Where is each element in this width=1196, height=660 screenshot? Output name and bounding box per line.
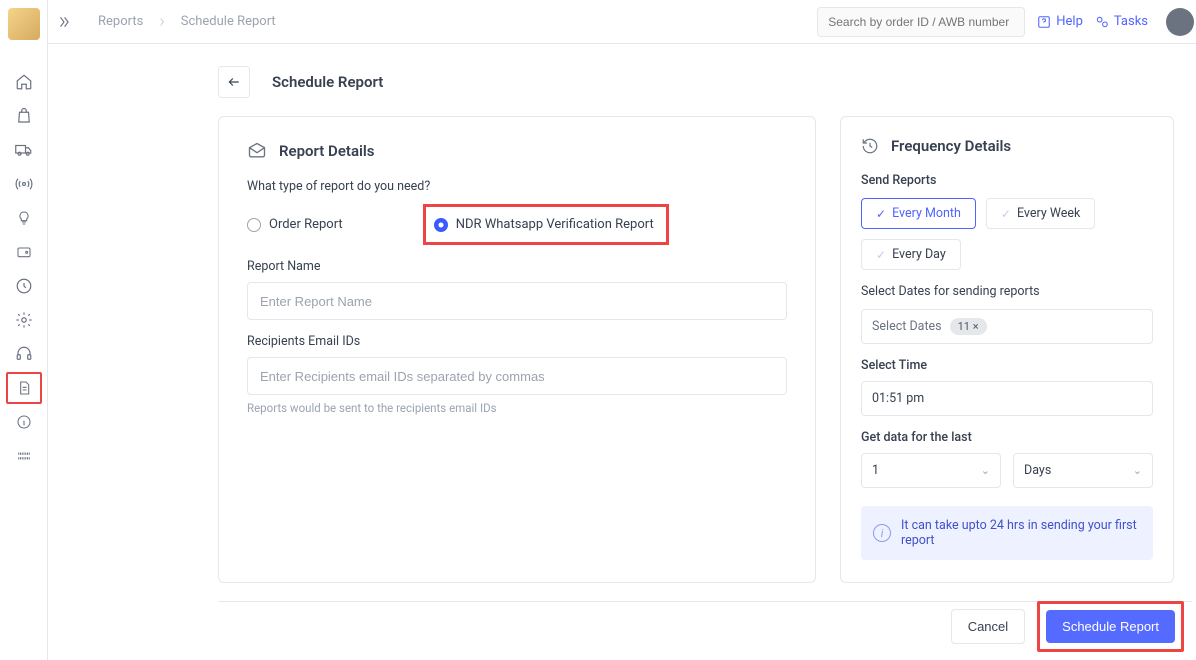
- sidebar-item-truck[interactable]: [6, 134, 42, 166]
- radio-order-report[interactable]: Order Report: [247, 217, 343, 232]
- topbar: Reports › Schedule Report Help Tasks: [0, 0, 1196, 44]
- check-icon: ✓: [876, 207, 886, 221]
- time-input[interactable]: 01:51 pm: [861, 381, 1153, 416]
- info-banner: i It can take upto 24 hrs in sending you…: [861, 506, 1153, 560]
- history-icon: [861, 137, 879, 155]
- radio-label: NDR Whatsapp Verification Report: [456, 217, 654, 232]
- select-dates-label: Select Dates for sending reports: [861, 284, 1153, 299]
- radio-icon-selected: [434, 218, 448, 232]
- radio-ndr-whatsapp[interactable]: NDR Whatsapp Verification Report: [434, 217, 654, 232]
- cancel-button[interactable]: Cancel: [951, 609, 1025, 644]
- breadcrumb-sep-icon: ›: [159, 11, 164, 32]
- avatar[interactable]: [1166, 8, 1194, 36]
- recipients-label: Recipients Email IDs: [247, 334, 787, 349]
- info-icon: i: [873, 524, 891, 542]
- freq-every-month[interactable]: ✓Every Month: [861, 198, 976, 229]
- sidebar-item-settings[interactable]: [6, 304, 42, 336]
- sidebar-item-support[interactable]: [6, 338, 42, 370]
- select-time-label: Select Time: [861, 358, 1153, 373]
- sidebar-item-reports[interactable]: [6, 372, 42, 404]
- recipients-hint: Reports would be sent to the recipients …: [247, 401, 787, 415]
- sidebar-item-home[interactable]: [6, 66, 42, 98]
- sidebar-item-barcode[interactable]: [6, 440, 42, 472]
- sidebar-item-bag[interactable]: [6, 100, 42, 132]
- tasks-text: Tasks: [1114, 14, 1148, 29]
- range-value-select[interactable]: 1⌄: [861, 453, 1001, 488]
- report-details-title: Report Details: [247, 141, 787, 161]
- expand-sidebar-button[interactable]: [48, 6, 80, 38]
- info-text: It can take upto 24 hrs in sending your …: [901, 518, 1141, 548]
- highlight-box: NDR Whatsapp Verification Report: [423, 204, 669, 245]
- breadcrumb: Reports › Schedule Report: [84, 2, 290, 41]
- radio-label: Order Report: [269, 217, 343, 232]
- check-icon: ✓: [876, 248, 886, 262]
- help-text: Help: [1056, 14, 1083, 29]
- range-unit-select[interactable]: Days⌄: [1013, 453, 1153, 488]
- breadcrumb-schedule[interactable]: Schedule Report: [167, 2, 290, 41]
- help-icon: [1037, 15, 1051, 29]
- report-name-input[interactable]: [247, 282, 787, 320]
- back-button[interactable]: [218, 66, 250, 98]
- send-reports-label: Send Reports: [861, 173, 1153, 188]
- freq-every-day[interactable]: ✓Every Day: [861, 239, 961, 270]
- tasks-link[interactable]: Tasks: [1095, 14, 1148, 29]
- date-chip[interactable]: 11 ×: [950, 318, 987, 335]
- recipients-input[interactable]: [247, 357, 787, 395]
- sidebar-item-broadcast[interactable]: [6, 168, 42, 200]
- main: Schedule Report Report Details What type…: [48, 44, 1196, 660]
- select-dates-text: Select Dates: [872, 319, 942, 334]
- chevron-down-icon: ⌄: [1133, 464, 1142, 477]
- help-link[interactable]: Help: [1037, 14, 1083, 29]
- chevron-down-icon: ⌄: [981, 464, 990, 477]
- select-dates-input[interactable]: Select Dates 11 ×: [861, 309, 1153, 344]
- sidebar-item-wallet[interactable]: [6, 236, 42, 268]
- sidebar-item-bulb[interactable]: [6, 202, 42, 234]
- page-title: Schedule Report: [272, 73, 383, 91]
- frequency-card: Frequency Details Send Reports ✓Every Mo…: [840, 116, 1174, 583]
- page-header: Schedule Report: [48, 66, 1196, 98]
- breadcrumb-reports[interactable]: Reports: [84, 2, 157, 41]
- sidebar-item-refresh[interactable]: [6, 270, 42, 302]
- report-name-label: Report Name: [247, 259, 787, 274]
- freq-every-week[interactable]: ✓Every Week: [986, 198, 1095, 229]
- search-input[interactable]: [817, 7, 1025, 37]
- sidebar-item-info[interactable]: [6, 406, 42, 438]
- report-type-question: What type of report do you need?: [247, 179, 787, 194]
- check-icon: ✓: [1001, 207, 1011, 221]
- radio-icon: [247, 218, 261, 232]
- highlight-box-submit: Schedule Report: [1037, 601, 1184, 652]
- sidebar: [0, 0, 48, 660]
- report-details-card: Report Details What type of report do yo…: [218, 116, 816, 583]
- schedule-report-button[interactable]: Schedule Report: [1046, 610, 1175, 643]
- footer: Cancel Schedule Report: [951, 601, 1184, 652]
- gear-icon: [1095, 15, 1109, 29]
- arrow-left-icon: [226, 75, 242, 89]
- envelope-icon: [247, 141, 267, 161]
- range-label: Get data for the last: [861, 430, 1153, 445]
- app-logo: [8, 8, 40, 40]
- frequency-title: Frequency Details: [861, 137, 1153, 155]
